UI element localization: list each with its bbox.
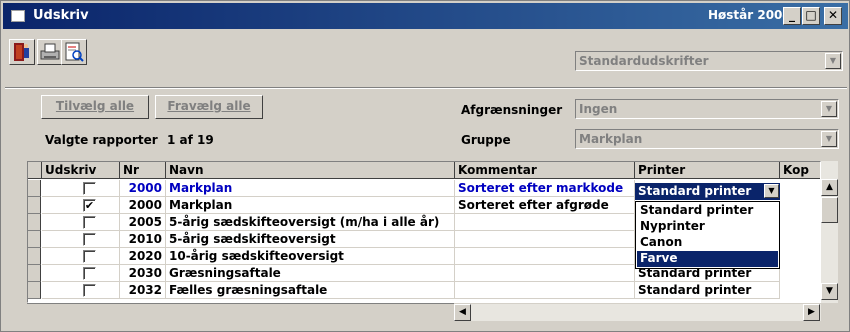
selected-reports-count: 1 af 19 bbox=[167, 133, 214, 147]
column-header-kopier[interactable]: Kop bbox=[780, 162, 820, 179]
print-cell[interactable] bbox=[42, 282, 120, 299]
print-preview-icon[interactable] bbox=[61, 39, 87, 65]
close-button[interactable]: ✕ bbox=[824, 7, 842, 25]
print-checkbox[interactable] bbox=[83, 250, 96, 263]
printer-dropdown-list: Standard printer Nyprinter Canon Farve bbox=[635, 201, 780, 269]
vertical-scroll-thumb[interactable] bbox=[821, 197, 838, 223]
print-checkbox[interactable] bbox=[83, 216, 96, 229]
harvest-year-label: Høstår 2004 bbox=[708, 8, 791, 22]
name-cell: Markplan bbox=[166, 197, 455, 214]
deselect-all-button[interactable]: Fravælg alle bbox=[155, 95, 263, 119]
select-all-button[interactable]: Tilvælg alle bbox=[41, 95, 149, 119]
print-cell[interactable]: ✔ bbox=[42, 197, 120, 214]
printer-combo-value: Standard printer bbox=[638, 184, 752, 198]
print-checkbox[interactable] bbox=[83, 267, 96, 280]
limit-value: Ingen bbox=[579, 102, 618, 116]
nr-cell: 2010 bbox=[120, 231, 166, 248]
name-cell: Markplan bbox=[166, 180, 455, 197]
chevron-down-icon[interactable]: ▼ bbox=[821, 131, 837, 147]
print-checkbox[interactable]: ✔ bbox=[83, 199, 96, 212]
group-label: Gruppe bbox=[461, 133, 511, 147]
comment-cell[interactable] bbox=[455, 265, 635, 282]
printer-cell[interactable]: Standard printer bbox=[635, 282, 780, 299]
group-combo[interactable]: Markplan ▼ bbox=[575, 129, 839, 149]
name-cell: Fælles græsningsaftale bbox=[166, 282, 455, 299]
comment-cell[interactable]: Sorteret efter markkode bbox=[455, 180, 635, 197]
nr-cell: 2000 bbox=[120, 180, 166, 197]
title-bar: Udskriv Høstår 2004 _ □ ✕ bbox=[3, 3, 848, 29]
limit-combo[interactable]: Ingen ▼ bbox=[575, 99, 839, 119]
column-header-nr[interactable]: Nr bbox=[120, 162, 166, 179]
scroll-right-button[interactable]: ▶ bbox=[803, 304, 820, 321]
limit-label: Afgrænsninger bbox=[461, 103, 563, 117]
group-value: Markplan bbox=[579, 132, 643, 146]
row-header[interactable] bbox=[28, 214, 41, 231]
printer-icon[interactable] bbox=[37, 39, 63, 65]
scroll-down-button[interactable]: ▼ bbox=[821, 283, 838, 300]
name-cell: 5-årig sædskifteoversigt (m/ha i alle år… bbox=[166, 214, 455, 231]
column-header-printer[interactable]: Printer bbox=[635, 162, 780, 179]
nr-cell: 2005 bbox=[120, 214, 166, 231]
row-header[interactable] bbox=[28, 197, 41, 214]
print-window: Udskriv Høstår 2004 _ □ ✕ Standardudskri… bbox=[0, 0, 850, 332]
scroll-up-button[interactable]: ▲ bbox=[821, 179, 838, 196]
scroll-left-button[interactable]: ◀ bbox=[454, 304, 471, 321]
grid-footer bbox=[27, 303, 454, 321]
comment-cell[interactable] bbox=[455, 248, 635, 265]
nr-cell: 2000 bbox=[120, 197, 166, 214]
print-cell[interactable] bbox=[42, 231, 120, 248]
column-header-navn[interactable]: Navn bbox=[166, 162, 455, 179]
table-row[interactable]: 2032 Fælles græsningsaftale Standard pri… bbox=[28, 282, 820, 299]
chevron-down-icon[interactable]: ▼ bbox=[764, 184, 779, 198]
comment-cell[interactable] bbox=[455, 231, 635, 248]
name-cell: 5-årig sædskifteoversigt bbox=[166, 231, 455, 248]
nr-cell: 2020 bbox=[120, 248, 166, 265]
print-cell[interactable] bbox=[42, 180, 120, 197]
comment-cell[interactable] bbox=[455, 282, 635, 299]
window-title: Udskriv bbox=[33, 8, 89, 23]
report-set-combo[interactable]: Standardudskrifter ▼ bbox=[575, 51, 843, 71]
minimize-button[interactable]: _ bbox=[783, 7, 801, 25]
printer-combo-active[interactable]: Standard printer ▼ bbox=[635, 183, 780, 200]
row-header[interactable] bbox=[28, 248, 41, 265]
printer-option[interactable]: Nyprinter bbox=[637, 219, 778, 235]
nr-cell: 2032 bbox=[120, 282, 166, 299]
print-cell[interactable] bbox=[42, 214, 120, 231]
row-header[interactable] bbox=[28, 265, 41, 282]
row-header[interactable] bbox=[28, 231, 41, 248]
print-cell[interactable] bbox=[42, 265, 120, 282]
grid-corner bbox=[28, 162, 42, 179]
vertical-scrollbar[interactable]: ▲ ▼ bbox=[821, 161, 838, 303]
selected-reports-label: Valgte rapporter bbox=[45, 133, 158, 147]
name-cell: Græsningsaftale bbox=[166, 265, 455, 282]
column-header-kommentar[interactable]: Kommentar bbox=[455, 162, 635, 179]
name-cell: 10-årig sædskifteoversigt bbox=[166, 248, 455, 265]
nr-cell: 2030 bbox=[120, 265, 166, 282]
chevron-down-icon[interactable]: ▼ bbox=[825, 53, 841, 69]
report-set-value: Standardudskrifter bbox=[579, 54, 709, 68]
maximize-button[interactable]: □ bbox=[802, 7, 820, 25]
print-checkbox[interactable] bbox=[83, 284, 96, 297]
toolbar: Standardudskrifter ▼ bbox=[5, 31, 847, 71]
window-icon bbox=[11, 10, 25, 22]
comment-cell[interactable] bbox=[455, 214, 635, 231]
printer-option[interactable]: Standard printer bbox=[637, 203, 778, 219]
chevron-down-icon[interactable]: ▼ bbox=[821, 101, 837, 117]
column-header-udskriv[interactable]: Udskriv bbox=[42, 162, 120, 179]
print-checkbox[interactable] bbox=[83, 182, 96, 195]
print-checkbox[interactable] bbox=[83, 233, 96, 246]
horizontal-scrollbar[interactable]: ◀ ▶ bbox=[454, 303, 821, 321]
row-header[interactable] bbox=[28, 282, 41, 299]
printer-option-highlighted[interactable]: Farve bbox=[637, 251, 778, 267]
print-cell[interactable] bbox=[42, 248, 120, 265]
comment-cell[interactable]: Sorteret efter afgrøde bbox=[455, 197, 635, 214]
row-header[interactable] bbox=[28, 180, 41, 197]
toolbar-divider bbox=[5, 87, 847, 89]
exit-door-icon[interactable] bbox=[9, 39, 35, 65]
printer-option[interactable]: Canon bbox=[637, 235, 778, 251]
